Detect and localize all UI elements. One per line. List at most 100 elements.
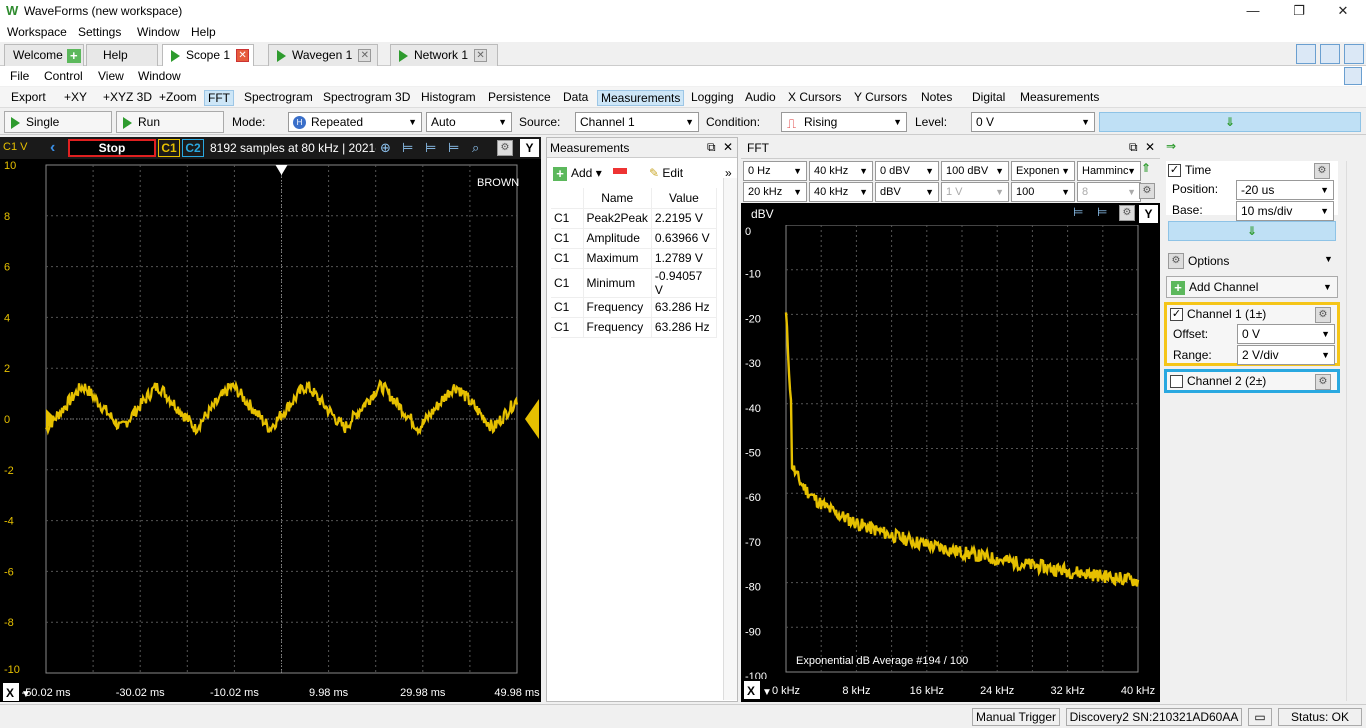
mode-select[interactable]: H Repeated ▼ bbox=[288, 112, 422, 132]
toolbar-xy[interactable]: +XY bbox=[61, 90, 90, 106]
toolbar-zoom[interactable]: +Zoom bbox=[156, 90, 200, 106]
fft-stop-select[interactable]: 40 kHz ▼ bbox=[809, 161, 873, 181]
gear-icon[interactable]: ⚙ bbox=[1314, 163, 1330, 179]
scope-plot[interactable]: 10 8 6 4 2 0 -2 -4 -6 -8 -10 BROWN X ▼ -50.02 ms -30.02… bbox=[0, 159, 541, 702]
c2-button[interactable]: C2 bbox=[182, 139, 204, 157]
fft-center-select[interactable]: 20 kHz ▼ bbox=[743, 182, 807, 202]
table-row[interactable]: C1 Frequency 63.286 Hz bbox=[551, 317, 718, 338]
fft-start-select[interactable]: 0 Hz ▼ bbox=[743, 161, 807, 181]
close-tab-icon[interactable]: ✕ bbox=[474, 49, 488, 63]
fft-y-axis-button[interactable]: Y bbox=[1139, 205, 1158, 223]
add-channel-button[interactable]: + Add Channel ▼ bbox=[1166, 276, 1338, 298]
search-icon[interactable]: ⌕ bbox=[472, 140, 479, 156]
toolbar-measurements-2[interactable]: Measurements bbox=[1017, 90, 1102, 106]
layout-split-icon[interactable] bbox=[1320, 44, 1340, 64]
layout-single-icon[interactable] bbox=[1344, 44, 1364, 64]
channel-1-checkbox[interactable]: ✓ Channel 1 (1±) bbox=[1170, 307, 1266, 322]
toolbar-data[interactable]: Data bbox=[560, 90, 591, 106]
toolbar-histogram[interactable]: Histogram bbox=[418, 90, 479, 106]
gear-icon[interactable]: ⚙ bbox=[1139, 183, 1155, 199]
maximize-button[interactable]: ❐ bbox=[1276, 0, 1322, 22]
toolbar-y-cursors[interactable]: Y Cursors bbox=[851, 90, 910, 106]
fft-range-select[interactable]: 100 dBV ▼ bbox=[941, 161, 1009, 181]
stop-button[interactable]: Stop bbox=[68, 139, 156, 157]
cursor-icon[interactable]: ⊨ bbox=[448, 140, 459, 156]
base-select[interactable]: 10 ms/div ▼ bbox=[1236, 201, 1334, 221]
channel-2-checkbox[interactable]: Channel 2 (2±) bbox=[1170, 374, 1266, 389]
cursor-icon[interactable]: ⊨ bbox=[425, 140, 436, 156]
menu-file[interactable]: File bbox=[10, 69, 29, 83]
menu-control[interactable]: Control bbox=[44, 69, 83, 83]
menu-view[interactable]: View bbox=[98, 69, 124, 83]
gear-icon[interactable]: ⚙ bbox=[1315, 374, 1331, 390]
close-tab-icon[interactable]: ✕ bbox=[236, 49, 250, 63]
fft-top-select[interactable]: 0 dBV ▼ bbox=[875, 161, 939, 181]
scrollbar[interactable] bbox=[723, 178, 737, 700]
toolbar-audio[interactable]: Audio bbox=[742, 90, 779, 106]
cursor-icon[interactable]: ⊨ bbox=[402, 140, 413, 156]
zoom-icon[interactable]: ⊕ bbox=[380, 140, 391, 156]
level-input[interactable]: 0 V ▼ bbox=[971, 112, 1095, 132]
back-arrow-icon[interactable]: ‹ bbox=[50, 139, 55, 157]
fft-ref-select[interactable]: 1 V ▼ bbox=[941, 182, 1009, 202]
toolbar-notes[interactable]: Notes bbox=[918, 90, 955, 106]
arrow-up-icon[interactable]: ⇑ bbox=[1141, 161, 1151, 175]
time-slider-arrow-icon[interactable]: ⇓ bbox=[1168, 221, 1336, 241]
time-checkbox[interactable]: ✓ Time bbox=[1168, 163, 1211, 178]
close-tab-icon[interactable]: ✕ bbox=[358, 49, 372, 63]
table-row[interactable]: C1 Minimum -0.94057 V bbox=[551, 268, 718, 298]
device-icon[interactable]: ▭ bbox=[1248, 708, 1272, 726]
toolbar-fft[interactable]: FFT bbox=[204, 90, 234, 106]
toolbar-export[interactable]: Export bbox=[8, 90, 49, 106]
cursor-icon[interactable]: ⊨ bbox=[1097, 205, 1107, 219]
gear-icon[interactable]: ⚙ bbox=[497, 140, 513, 156]
remove-icon[interactable] bbox=[613, 168, 627, 174]
position-input[interactable]: -20 us ▼ bbox=[1236, 180, 1334, 200]
tab-scope[interactable]: Scope 1 ✕ bbox=[162, 44, 254, 66]
minimize-button[interactable]: — bbox=[1230, 0, 1276, 22]
tab-help[interactable]: Help bbox=[86, 44, 158, 66]
tab-network[interactable]: Network 1 ✕ bbox=[390, 44, 498, 66]
dock-icon[interactable]: ⧉ bbox=[707, 140, 716, 155]
fft-unit-select[interactable]: dBV ▼ bbox=[875, 182, 939, 202]
offset-input[interactable]: 0 V ▼ bbox=[1237, 324, 1335, 344]
trigger-level-marker[interactable] bbox=[525, 399, 539, 439]
fft-span-select[interactable]: 40 kHz ▼ bbox=[809, 182, 873, 202]
toolbar-measurements[interactable]: Measurements bbox=[597, 90, 685, 106]
close-button[interactable]: ✕ bbox=[1320, 0, 1366, 22]
c1-button[interactable]: C1 bbox=[158, 139, 180, 157]
fft-window-select[interactable]: Hamminc ▼ bbox=[1077, 161, 1141, 181]
table-row[interactable]: C1 Maximum 1.2789 V bbox=[551, 248, 718, 269]
toolbar-xyz3d[interactable]: +XYZ 3D bbox=[100, 90, 155, 106]
toolbar-persistence[interactable]: Persistence bbox=[485, 90, 554, 106]
toolbar-x-cursors[interactable]: X Cursors bbox=[785, 90, 844, 106]
trigger-auto-select[interactable]: Auto ▼ bbox=[426, 112, 512, 132]
x-axis-button-label[interactable]: X bbox=[6, 686, 14, 700]
close-icon[interactable]: ✕ bbox=[723, 140, 733, 154]
manual-trigger-button[interactable]: Manual Trigger bbox=[972, 708, 1060, 726]
fft-count-select[interactable]: 100 ▼ bbox=[1011, 182, 1075, 202]
table-row[interactable]: C1 Frequency 63.286 Hz bbox=[551, 297, 718, 318]
table-row[interactable]: C1 Peak2Peak 2.2195 V bbox=[551, 208, 718, 229]
y-axis-button[interactable]: Y bbox=[520, 139, 539, 157]
condition-select[interactable]: ⎍ Rising ▼ bbox=[781, 112, 907, 132]
fft-param-select[interactable]: 8 ▼ bbox=[1077, 182, 1141, 202]
menu-instrument-window[interactable]: Window bbox=[138, 69, 181, 83]
fft-average-select[interactable]: Exponen ▼ bbox=[1011, 161, 1075, 181]
add-measurement-button[interactable]: + Add ▾ bbox=[553, 166, 602, 181]
gear-icon[interactable]: ⚙ bbox=[1315, 307, 1331, 323]
edit-measurement-button[interactable]: ✎ Edit bbox=[649, 166, 683, 180]
table-row[interactable]: C1 Amplitude 0.63966 V bbox=[551, 228, 718, 249]
close-icon[interactable]: ✕ bbox=[1145, 140, 1155, 154]
tab-welcome[interactable]: Welcome + bbox=[4, 44, 84, 66]
fft-x-axis-button-label[interactable]: X bbox=[747, 684, 755, 698]
fft-plot[interactable]: 0-10-20-30-40-50-60-70-80-90-100Exponent… bbox=[741, 225, 1160, 702]
menu-settings[interactable]: Settings bbox=[78, 25, 121, 39]
range-select[interactable]: 2 V/div ▼ bbox=[1237, 345, 1335, 365]
gear-icon[interactable]: ⚙ bbox=[1119, 205, 1135, 221]
toolbar-logging[interactable]: Logging bbox=[688, 90, 737, 106]
chevron-down-icon[interactable]: ▼ bbox=[762, 687, 772, 698]
single-button[interactable]: Single bbox=[4, 111, 112, 133]
device-info[interactable]: Discovery2 SN:210321AD60AA bbox=[1066, 708, 1242, 726]
level-slider-arrow-icon[interactable]: ⇓ bbox=[1099, 112, 1361, 132]
